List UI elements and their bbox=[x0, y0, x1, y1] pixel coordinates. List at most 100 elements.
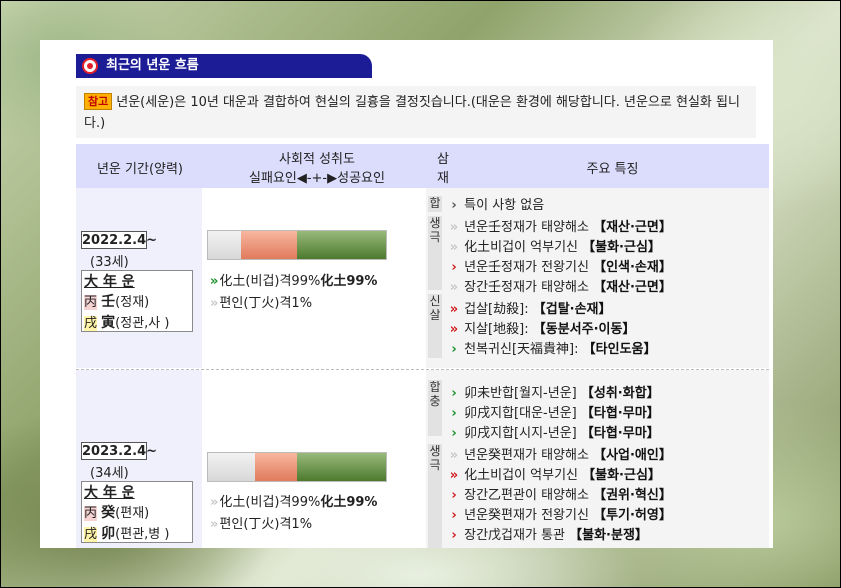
age-label: (33세) bbox=[90, 255, 129, 270]
age-label: (34세) bbox=[90, 466, 129, 481]
chevron-right-icon: › bbox=[451, 198, 457, 213]
header-period: 년운 기간(양력) bbox=[76, 144, 204, 190]
feature-item: › 천복귀신[天福貴神]: 【타인도움】 bbox=[448, 338, 656, 357]
double-chevron-icon: » bbox=[449, 322, 459, 337]
branch-line: 戌 寅(정관,사 ) bbox=[84, 313, 190, 334]
ganji-box: 大 年 운 丙 癸(편재) 戌 卯(편관,병 ) bbox=[81, 481, 193, 543]
branch-char: 戌 bbox=[84, 316, 98, 331]
achievement-cell: » 化土(비겁)격99%化土99% » 편인(丁火)격1% bbox=[202, 370, 426, 548]
success-segment bbox=[297, 231, 386, 259]
branch-label: (편관,병 ) bbox=[115, 527, 170, 542]
section-header: 최근의 년운 흐름 bbox=[76, 54, 372, 78]
chevron-right-icon: › bbox=[451, 342, 457, 357]
achievement-bar bbox=[207, 230, 387, 260]
section-title: 최근의 년운 흐름 bbox=[106, 58, 199, 73]
double-chevron-icon: » bbox=[449, 302, 459, 317]
pattern-line-2: » 편인(丁火)격1% bbox=[210, 517, 313, 532]
chevron-right-icon: › bbox=[451, 528, 457, 543]
pattern-line-1: » 化土(비겁)격99%化土99% bbox=[210, 495, 378, 510]
stem-line: 丙 壬(정재) bbox=[84, 292, 190, 313]
stem-char: 丙 bbox=[84, 295, 98, 310]
feature-item: › 卯戌지합[시지-년운] 【타협·무마】 bbox=[448, 422, 659, 441]
feature-item: › 卯未반합[월지-년운] 【성취·화합】 bbox=[448, 382, 659, 401]
success-segment bbox=[297, 453, 386, 481]
feature-item: › 특이 사항 없음 bbox=[448, 194, 544, 213]
mid-segment bbox=[255, 453, 297, 481]
mid-segment bbox=[241, 231, 297, 259]
header-social-line1: 사회적 성취도 bbox=[279, 152, 355, 167]
category-hap: 합 bbox=[428, 196, 442, 212]
double-chevron-icon: » bbox=[449, 280, 459, 295]
feature-item: › 장간乙편관이 태양해소 【권위·혁신】 bbox=[448, 484, 672, 503]
header-samjae-line1: 삼 bbox=[437, 152, 449, 167]
fail-segment bbox=[208, 453, 255, 481]
target-icon bbox=[82, 58, 98, 74]
period-cell: 2023.2.4~ (34세) 大 年 운 丙 癸(편재) 戌 卯(편관,병 ) bbox=[76, 370, 202, 548]
feature-item: » 化土비겁이 억부기신 【불화·근심】 bbox=[449, 468, 661, 483]
branch-label: (정관,사 ) bbox=[115, 316, 170, 331]
achievement-bar bbox=[207, 452, 387, 482]
feature-item: › 년운癸편재가 전왕기신 【투기·허영】 bbox=[448, 504, 672, 523]
chevron-right-icon: › bbox=[451, 406, 457, 421]
feature-item: › 卯戌지합[대운-년운] 【타협·무마】 bbox=[448, 402, 659, 421]
feature-item: » 년운癸편재가 태양해소 【사업·애인】 bbox=[449, 448, 672, 463]
header-social: 사회적 성취도 실패요인◀-+-▶성공요인 bbox=[204, 144, 430, 190]
features-cell: 합충 생극 › 卯未반합[월지-년운] 【성취·화합】 › 卯戌지합[대운-년운… bbox=[426, 370, 769, 548]
header-samjae-line2: 재 bbox=[437, 171, 449, 186]
note-box: 참고 년운(세운)은 10년 대운과 결합하여 현실의 길흉을 결정짓습니다.(대… bbox=[76, 86, 756, 138]
content-panel: 최근의 년운 흐름 참고 년운(세운)은 10년 대운과 결합하여 현실의 길흉을… bbox=[40, 40, 773, 548]
header-samjae: 삼 재 bbox=[430, 144, 456, 190]
feature-item: › 년운壬정재가 전왕기신 【인색·손재】 bbox=[448, 256, 672, 275]
stem-hanja: 壬 bbox=[101, 294, 116, 310]
feature-item: » 겁살[劫殺]: 【겁탈·손재】 bbox=[449, 302, 612, 317]
branch-char: 戌 bbox=[84, 527, 98, 542]
feature-item: » 지살[地殺]: 【동분서주·이동】 bbox=[449, 322, 636, 337]
feature-item: » 化土비겁이 억부기신 【불화·근심】 bbox=[449, 240, 661, 255]
stem-char: 丙 bbox=[84, 506, 98, 521]
category-sinsal: 신살 bbox=[428, 294, 442, 358]
period-cell: 2022.2.4~ (33세) 大 年 운 丙 壬(정재) 戌 寅(정관,사 ) bbox=[76, 188, 202, 368]
daeun-label: 大 年 운 bbox=[84, 274, 135, 290]
chevron-right-icon: › bbox=[451, 386, 457, 401]
ganji-box: 大 年 운 丙 壬(정재) 戌 寅(정관,사 ) bbox=[81, 270, 193, 332]
double-chevron-icon: » bbox=[449, 240, 459, 255]
double-chevron-icon: » bbox=[210, 517, 219, 532]
category-hapchung: 합충 bbox=[428, 380, 442, 436]
chevron-right-icon: › bbox=[451, 260, 457, 275]
date-select[interactable]: 2022.2.4~ bbox=[81, 231, 157, 249]
chevron-right-icon: › bbox=[451, 426, 457, 441]
header-features: 주요 특징 bbox=[456, 144, 769, 190]
branch-hanja: 卯 bbox=[101, 526, 116, 542]
fortune-table-header: 년운 기간(양력) 사회적 성취도 실패요인◀-+-▶성공요인 삼 재 주요 특… bbox=[76, 144, 769, 190]
pattern-line-1: » 化土(비겁)격99%化土99% bbox=[210, 274, 378, 289]
features-cell: 합 생극 신살 › 특이 사항 없음 » 년운壬정재가 태양해소 【재산·근면】… bbox=[426, 188, 769, 368]
stem-line: 丙 癸(편재) bbox=[84, 503, 190, 524]
double-chevron-icon: » bbox=[449, 468, 459, 483]
feature-item: › 장간戊겁재가 통관 【불화·분쟁】 bbox=[448, 524, 648, 543]
chevron-right-icon: › bbox=[451, 488, 457, 503]
feature-item: » 년운壬정재가 태양해소 【재산·근면】 bbox=[449, 220, 672, 235]
double-chevron-icon: » bbox=[449, 448, 459, 463]
fail-segment bbox=[208, 231, 241, 259]
daeun-label: 大 年 운 bbox=[84, 485, 135, 501]
branch-line: 戌 卯(편관,병 ) bbox=[84, 524, 190, 545]
achievement-cell: » 化土(비겁)격99%化土99% » 편인(丁火)격1% bbox=[202, 188, 426, 368]
double-chevron-icon: » bbox=[210, 495, 219, 510]
double-chevron-icon: » bbox=[210, 296, 219, 311]
stem-hanja: 癸 bbox=[101, 505, 116, 521]
note-badge: 참고 bbox=[84, 93, 113, 110]
chevron-right-icon: › bbox=[451, 508, 457, 523]
double-chevron-icon: » bbox=[449, 220, 459, 235]
double-chevron-icon: » bbox=[210, 274, 219, 289]
category-saenggeuk: 생극 bbox=[428, 444, 442, 548]
branch-hanja: 寅 bbox=[101, 315, 116, 331]
date-select[interactable]: 2023.2.4~ bbox=[81, 442, 157, 460]
pattern-line-2: » 편인(丁火)격1% bbox=[210, 296, 313, 311]
feature-item: » 장간壬정재가 태양해소 【재산·근면】 bbox=[449, 280, 672, 295]
category-saenggeuk: 생극 bbox=[428, 216, 442, 290]
table-row: 2023.2.4~ (34세) 大 年 운 丙 癸(편재) 戌 卯(편관,병 )… bbox=[76, 369, 769, 548]
header-social-line2: 실패요인◀-+-▶성공요인 bbox=[249, 171, 385, 186]
stem-label: (편재) bbox=[115, 506, 150, 521]
stem-label: (정재) bbox=[115, 295, 150, 310]
note-text: 년운(세운)은 10년 대운과 결합하여 현실의 길흉을 결정짓습니다.(대운은… bbox=[84, 95, 740, 131]
